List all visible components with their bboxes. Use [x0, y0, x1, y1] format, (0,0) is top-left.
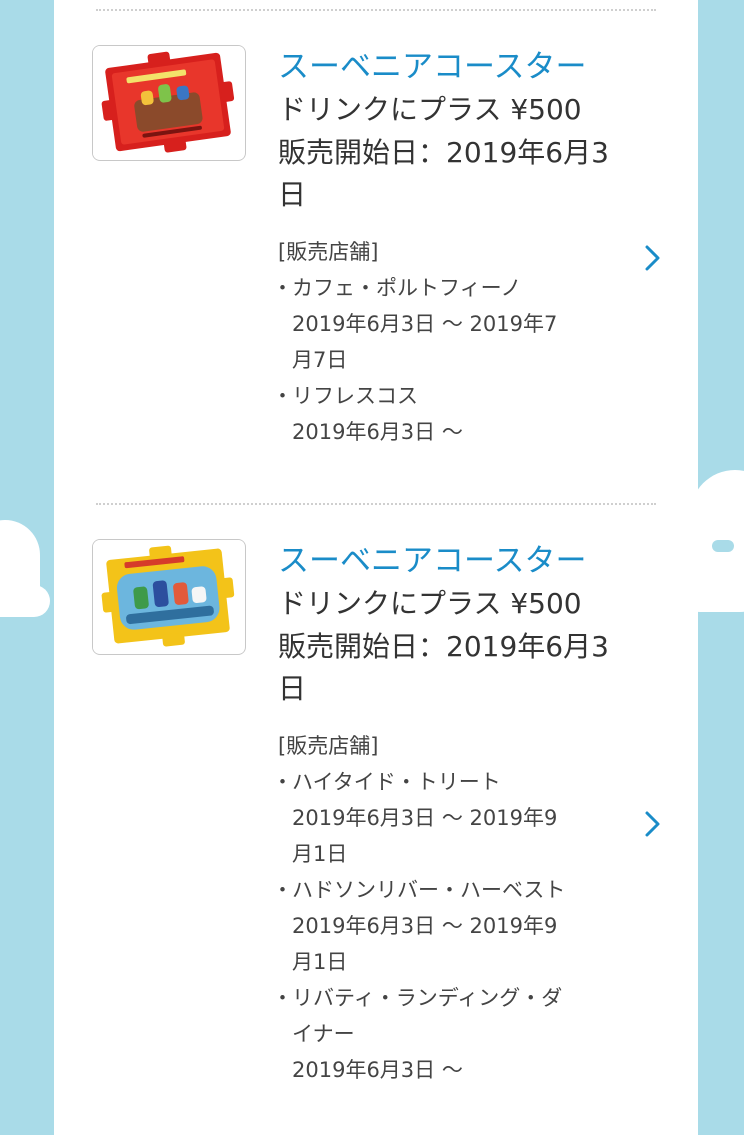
item-price: ドリンクにプラス ¥500: [278, 587, 582, 620]
store-dates: 2019年6月3日 〜 2019年9: [292, 914, 558, 938]
store-dates-cont: 月7日: [292, 348, 348, 372]
item-title: スーベニアコースター: [278, 49, 587, 85]
store-entry: ・ リフレスコス 2019年6月3日 〜: [272, 378, 617, 450]
store-name: ハイタイド・トリート: [292, 770, 501, 794]
red-puzzle-coaster-icon: [93, 46, 244, 159]
store-entry: ・ ハイタイド・トリート 2019年6月3日 〜 2019年9 月1日: [272, 764, 617, 872]
item-divider: [96, 503, 656, 505]
item-price: ドリンクにプラス ¥500: [278, 93, 582, 126]
store-list: [販売店舗] ・ カフェ・ポルトフィーノ 2019年6月3日 〜 2019年7 …: [272, 234, 617, 450]
stores-label: [販売店舗]: [278, 240, 379, 264]
release-date: 販売開始日：2019年6月3 日: [278, 136, 609, 211]
release-date: 販売開始日：2019年6月3 日: [278, 630, 609, 705]
store-entry: ・ リバティ・ランディング・ダ イナー 2019年6月3日 〜: [272, 980, 617, 1088]
store-name: リバティ・ランディング・ダ: [292, 986, 563, 1010]
chevron-right-icon[interactable]: [642, 809, 664, 839]
store-dates-cont: 月1日: [292, 842, 348, 866]
store-name: ハドソンリバー・ハーベスト: [292, 878, 566, 902]
store-name: リフレスコス: [292, 384, 418, 408]
store-list: [販売店舗] ・ ハイタイド・トリート 2019年6月3日 〜 2019年9 月…: [272, 728, 617, 1088]
merchandise-list-panel: スーベニアコースター ドリンクにプラス ¥500 販売開始日：2019年6月3 …: [54, 0, 698, 1135]
store-dates: 2019年6月3日 〜: [292, 420, 463, 444]
store-entry: ・ ハドソンリバー・ハーベスト 2019年6月3日 〜 2019年9 月1日: [272, 872, 617, 980]
store-dates-cont: 月1日: [292, 950, 348, 974]
store-dates: 2019年6月3日 〜 2019年9: [292, 806, 558, 830]
chevron-right-icon[interactable]: [642, 243, 664, 273]
cloud-decoration-right-base: [690, 520, 744, 612]
item-divider: [96, 9, 656, 11]
stores-label: [販売店舗]: [278, 734, 379, 758]
store-entry: ・ カフェ・ポルトフィーノ 2019年6月3日 〜 2019年7 月7日: [272, 270, 617, 378]
store-dates: 2019年6月3日 〜: [292, 1058, 463, 1082]
cloud-decoration-left-base: [0, 585, 50, 617]
yellow-coaster-image[interactable]: [92, 539, 246, 655]
store-name: カフェ・ポルトフィーノ: [292, 276, 522, 300]
store-dates: 2019年6月3日 〜 2019年7: [292, 312, 558, 336]
yellow-puzzle-coaster-icon: [93, 540, 244, 653]
item-title: スーベニアコースター: [278, 543, 587, 579]
store-name-cont: イナー: [292, 1022, 355, 1046]
cloud-decoration-right-detail: [712, 540, 734, 552]
red-coaster-image[interactable]: [92, 45, 246, 161]
